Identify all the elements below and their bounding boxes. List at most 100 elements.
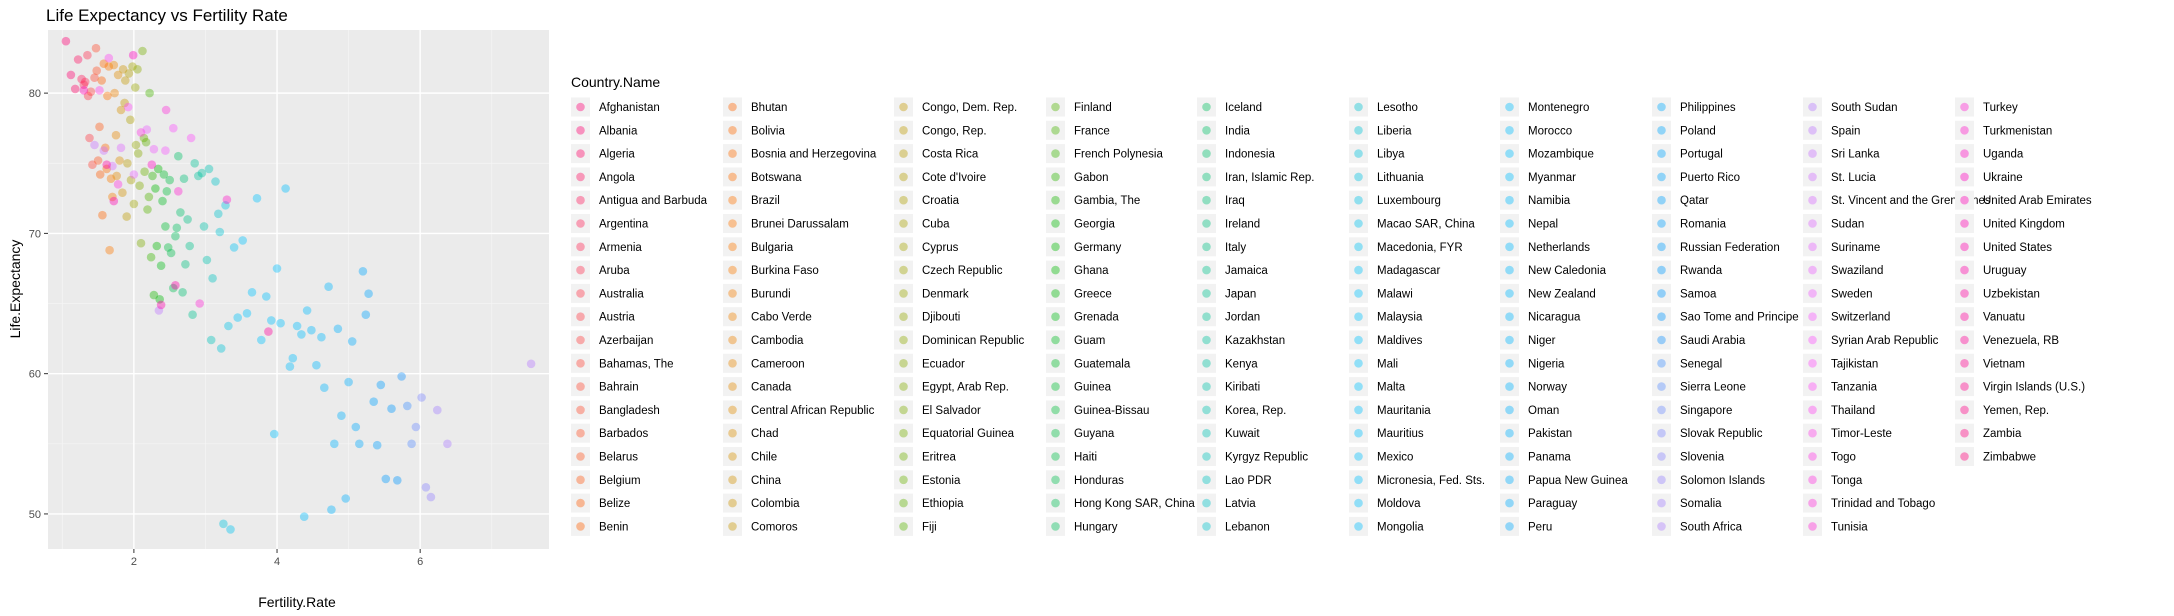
legend-key-point (1505, 335, 1514, 345)
legend-key-point (1960, 312, 1969, 322)
legend-key-point (1354, 102, 1363, 112)
legend-item: Myanmar (1500, 167, 1576, 187)
x-axis-label: Fertility.Rate (258, 594, 336, 610)
legend-item: Morocco (1500, 120, 1572, 140)
legend-label: Saudi Arabia (1680, 335, 1746, 347)
data-point (411, 422, 421, 432)
data-point (112, 171, 121, 181)
legend-item: Iraq (1197, 190, 1245, 210)
legend-item: Bolivia (723, 120, 785, 140)
legend-label: Slovenia (1680, 452, 1725, 464)
data-point (341, 494, 351, 503)
legend-key-point (1505, 195, 1514, 205)
legend-key-point (576, 405, 585, 415)
data-point (324, 282, 333, 292)
legend-label: Nepal (1528, 219, 1558, 231)
legend-label: Australia (599, 288, 644, 300)
legend-key-point (576, 359, 585, 368)
legend-label: Sierra Leone (1680, 382, 1746, 394)
chart-root: Life Expectancy vs Fertility Rate 2 4 6 50… (0, 0, 2174, 616)
legend-label: Lesotho (1377, 102, 1418, 114)
legend-key-point (1808, 172, 1817, 182)
legend-key-point (1051, 172, 1060, 182)
legend-item: Dominican Republic (894, 330, 1025, 350)
legend-label: Syrian Arab Republic (1831, 335, 1939, 347)
legend-item: Angola (571, 167, 635, 187)
legend-key-point (1202, 498, 1211, 508)
data-point (222, 195, 232, 204)
legend-item: Chile (723, 447, 777, 466)
legend-label: Equatorial Guinea (922, 428, 1015, 440)
legend-label: Guam (1074, 335, 1105, 347)
legend-label: Tanzania (1831, 382, 1878, 394)
legend-key-point (1505, 522, 1514, 531)
legend-item: New Zealand (1500, 283, 1596, 303)
legend-item: Oman (1500, 400, 1559, 420)
legend-item: Malaysia (1349, 307, 1423, 327)
legend-label: Fiji (922, 521, 937, 533)
legend-key-point (1051, 265, 1060, 275)
legend-label: Senegal (1680, 358, 1722, 370)
data-point (158, 196, 167, 206)
legend-key-point (899, 359, 908, 368)
legend-key-point (1354, 405, 1363, 415)
legend-item: Cyprus (894, 237, 959, 257)
data-point (317, 332, 326, 342)
legend-key-point (1202, 428, 1211, 438)
legend-item: Mauritania (1349, 400, 1431, 420)
legend-key-point (1505, 265, 1514, 275)
legend-label: Ethiopia (922, 498, 964, 510)
legend-item: Uzbekistan (1955, 283, 2040, 303)
data-point (176, 208, 185, 217)
legend-item: Brunei Darussalam (723, 214, 849, 233)
legend-key-point (1657, 359, 1666, 368)
legend-key-point (1657, 428, 1666, 438)
legend-label: Honduras (1074, 475, 1124, 487)
legend-item: Cuba (894, 214, 950, 233)
legend-label: Cote d'Ivoire (922, 172, 986, 184)
data-point (285, 362, 295, 371)
legend-label: Kuwait (1225, 428, 1260, 440)
legend-label: Morocco (1528, 125, 1572, 137)
legend-item: Mongolia (1349, 516, 1424, 536)
legend-label: Eritrea (922, 452, 956, 464)
data-point (85, 133, 94, 143)
data-point (183, 215, 192, 224)
legend-item: Virgin Islands (U.S.) (1955, 377, 2085, 397)
legend-label: Belgium (599, 475, 641, 487)
legend-item: Algeria (571, 144, 635, 164)
legend-item: Namibia (1500, 190, 1571, 210)
legend-label: Uruguay (1983, 265, 2027, 277)
data-point (174, 151, 183, 161)
legend-key-point (1960, 382, 1969, 391)
legend-key-point (1960, 149, 1969, 158)
legend-item: Macedonia, FYR (1349, 237, 1463, 257)
legend-key-point (1202, 265, 1211, 275)
data-point (110, 88, 119, 98)
legend-key-point (1505, 312, 1514, 322)
legend-item: Grenada (1046, 307, 1119, 327)
legend-key-point (1202, 289, 1211, 298)
data-point (123, 159, 132, 168)
legend-key-point (1960, 102, 1969, 112)
legend-key-point (576, 172, 585, 182)
legend-label: Sao Tome and Principe (1680, 312, 1799, 324)
legend-key-point (1051, 382, 1060, 391)
data-point (199, 222, 209, 231)
legend-label: Central African Republic (751, 405, 875, 417)
legend-key-point (576, 289, 585, 298)
legend-key-point (1202, 149, 1211, 158)
legend-label: Gambia, The (1074, 195, 1140, 207)
legend-key-point (1202, 195, 1211, 205)
data-point (105, 245, 114, 255)
legend-item: Philippines (1652, 97, 1736, 117)
legend-item: Lesotho (1349, 97, 1418, 117)
legend-item: Turkey (1955, 97, 2018, 117)
legend-label: Argentina (599, 219, 649, 231)
legend-label: Switzerland (1831, 312, 1890, 324)
legend-key-point (1657, 475, 1666, 485)
legend-label: France (1074, 125, 1110, 137)
legend-item: Guam (1046, 330, 1105, 350)
data-point (372, 440, 382, 450)
legend-key-point (728, 359, 737, 368)
